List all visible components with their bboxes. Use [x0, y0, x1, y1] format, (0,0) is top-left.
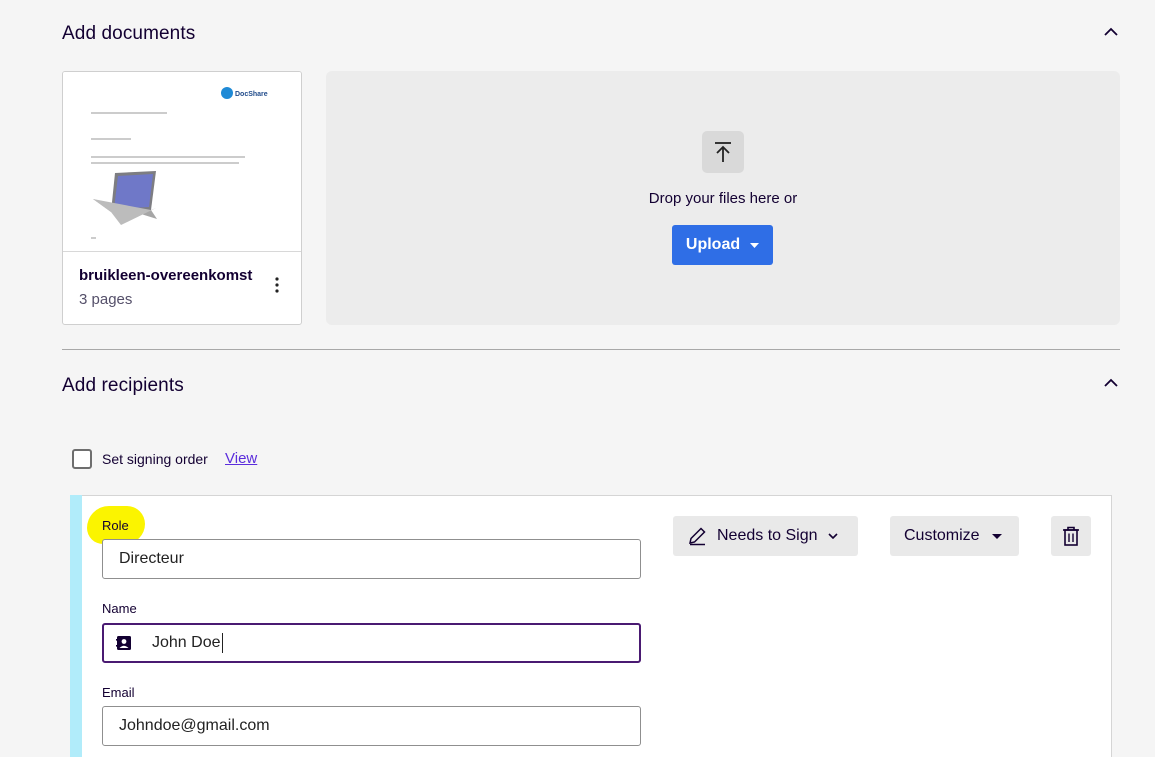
- document-preview-image: DocShare: [91, 87, 268, 239]
- customize-dropdown[interactable]: Customize: [890, 516, 1019, 556]
- collapse-recipients-button[interactable]: [1100, 372, 1122, 394]
- upload-button[interactable]: Upload: [672, 225, 773, 265]
- contact-picker-button[interactable]: [104, 625, 144, 661]
- role-input[interactable]: Directeur: [102, 539, 641, 579]
- customize-label: Customize: [904, 527, 980, 544]
- kebab-menu-icon: [275, 277, 279, 293]
- signing-order-label: Set signing order: [102, 451, 208, 467]
- document-name[interactable]: bruikleen-overeenkomst: [79, 267, 261, 284]
- recipients-section-title: Add recipients: [62, 375, 184, 396]
- file-dropzone[interactable]: Drop your files here or Upload: [326, 71, 1120, 325]
- delete-recipient-button[interactable]: [1051, 516, 1091, 556]
- email-input[interactable]: Johndoe@gmail.com: [102, 706, 641, 746]
- upload-button-label: Upload: [685, 236, 741, 253]
- text-cursor: [221, 633, 223, 653]
- upload-arrow-icon: [715, 142, 731, 162]
- pen-icon: [689, 527, 706, 546]
- trash-icon: [1063, 526, 1079, 546]
- chevron-down-icon: [827, 533, 838, 539]
- section-divider: [62, 349, 1120, 350]
- document-page-count: 3 pages: [79, 291, 133, 308]
- dropzone-text: Drop your files here or: [648, 190, 798, 207]
- contact-card-icon: [116, 636, 131, 650]
- upload-icon-box: [702, 131, 744, 173]
- document-options-button[interactable]: [267, 274, 287, 296]
- email-label: Email: [102, 685, 135, 700]
- signing-order-checkbox[interactable]: [72, 449, 92, 469]
- chevron-up-icon: [1104, 378, 1118, 387]
- document-card[interactable]: DocShare bruikleen-overeenkomst 3 pages: [62, 71, 302, 325]
- view-signing-order-link[interactable]: View: [225, 450, 257, 467]
- recipient-action-dropdown[interactable]: Needs to Sign: [673, 516, 858, 556]
- chevron-up-icon: [1104, 27, 1118, 36]
- recipient-color-stripe: [70, 495, 82, 757]
- collapse-documents-button[interactable]: [1100, 21, 1122, 43]
- documents-section-title: Add documents: [62, 23, 196, 44]
- role-label: Role: [102, 518, 129, 533]
- recipient-action-label: Needs to Sign: [717, 527, 818, 544]
- name-label: Name: [102, 601, 137, 616]
- caret-down-icon: [750, 242, 760, 248]
- thumbnail-logo: DocShare: [235, 91, 268, 98]
- document-thumbnail: DocShare: [63, 72, 301, 252]
- caret-down-icon: [991, 533, 1002, 539]
- name-input-value: John Doe: [152, 634, 221, 651]
- name-input[interactable]: John Doe: [102, 623, 641, 663]
